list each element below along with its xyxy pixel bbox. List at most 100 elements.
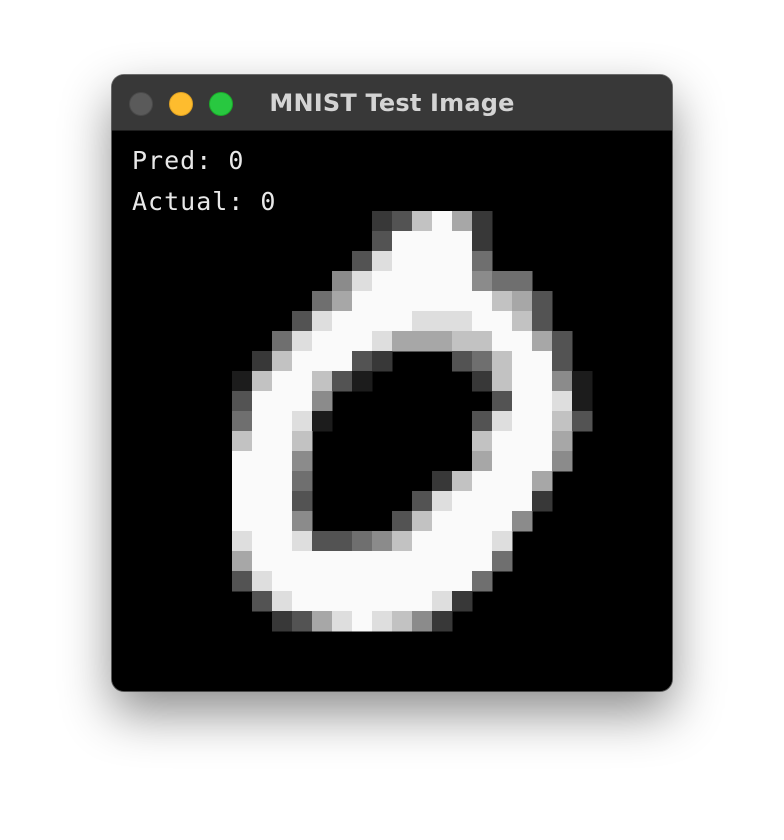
digit-pixel [452, 471, 473, 492]
digit-pixel [452, 491, 473, 512]
digit-pixel [252, 451, 273, 472]
digit-pixel [392, 231, 413, 252]
digit-pixel [472, 211, 493, 232]
digit-pixel [452, 311, 473, 332]
digit-pixel [292, 371, 313, 392]
digit-pixel [532, 491, 553, 512]
digit-pixel [252, 511, 273, 532]
digit-pixel [372, 311, 393, 332]
digit-pixel [392, 551, 413, 572]
digit-pixel [532, 391, 553, 412]
digit-pixel [352, 371, 373, 392]
digit-pixel [512, 431, 533, 452]
digit-pixel [472, 291, 493, 312]
digit-pixel [292, 351, 313, 372]
digit-pixel [412, 251, 433, 272]
digit-pixel [252, 371, 273, 392]
digit-pixel [372, 251, 393, 272]
digit-pixel [412, 591, 433, 612]
digit-pixel [552, 351, 573, 372]
digit-pixel [312, 311, 333, 332]
digit-pixel [412, 331, 433, 352]
digit-pixel [332, 351, 353, 372]
digit-pixel [572, 391, 593, 412]
digit-pixel [232, 571, 253, 592]
digit-pixel [332, 591, 353, 612]
digit-pixel [372, 531, 393, 552]
digit-pixel [292, 391, 313, 412]
digit-pixel [252, 431, 273, 452]
digit-pixel [532, 311, 553, 332]
digit-pixel [512, 511, 533, 532]
digit-pixel [352, 591, 373, 612]
digit-pixel [312, 391, 333, 412]
digit-pixel [432, 271, 453, 292]
digit-pixel [472, 231, 493, 252]
digit-pixel [312, 351, 333, 372]
digit-pixel [512, 291, 533, 312]
digit-pixel [352, 271, 373, 292]
digit-pixel [312, 571, 333, 592]
digit-pixel [532, 451, 553, 472]
digit-pixel [392, 611, 413, 632]
digit-pixel [552, 371, 573, 392]
digit-pixel [492, 471, 513, 492]
digit-pixel [272, 511, 293, 532]
digit-pixel [432, 331, 453, 352]
digit-pixel [252, 491, 273, 512]
digit-pixel [452, 291, 473, 312]
digit-pixel [412, 231, 433, 252]
digit-pixel [272, 591, 293, 612]
digit-pixel [352, 571, 373, 592]
digit-pixel [332, 371, 353, 392]
digit-pixel [412, 211, 433, 232]
digit-pixel [272, 611, 293, 632]
digit-pixel [232, 391, 253, 412]
digit-pixel [532, 471, 553, 492]
digit-pixel [432, 311, 453, 332]
digit-pixel [272, 551, 293, 572]
digit-pixel [412, 571, 433, 592]
digit-pixel [252, 571, 273, 592]
digit-pixel [272, 431, 293, 452]
window-title: MNIST Test Image [269, 89, 515, 117]
digit-pixel [292, 411, 313, 432]
digit-pixel [292, 571, 313, 592]
digit-pixel [492, 391, 513, 412]
digit-pixel [412, 291, 433, 312]
digit-pixel [412, 491, 433, 512]
digit-pixel [432, 291, 453, 312]
digit-pixel [392, 211, 413, 232]
digit-pixel [312, 591, 333, 612]
digit-pixel [372, 591, 393, 612]
digit-pixel [252, 531, 273, 552]
digit-pixel [432, 251, 453, 272]
image-canvas: Pred: 0 Actual: 0 [112, 131, 672, 691]
digit-pixel [412, 271, 433, 292]
digit-pixel [512, 331, 533, 352]
digit-pixel [492, 331, 513, 352]
digit-pixel [412, 511, 433, 532]
digit-pixel [332, 551, 353, 572]
digit-pixel [432, 531, 453, 552]
actual-label: Actual: [132, 187, 245, 216]
digit-pixel [372, 291, 393, 312]
digit-pixel [312, 331, 333, 352]
digit-pixel [392, 311, 413, 332]
digit-pixel [552, 451, 573, 472]
title-bar[interactable]: MNIST Test Image [112, 75, 672, 131]
digit-pixel [492, 411, 513, 432]
digit-pixel [272, 411, 293, 432]
digit-pixel [312, 291, 333, 312]
digit-pixel [452, 211, 473, 232]
digit-pixel [492, 311, 513, 332]
digit-pixel [492, 271, 513, 292]
digit-pixel [292, 551, 313, 572]
digit-pixel [312, 551, 333, 572]
digit-pixel [272, 351, 293, 372]
digit-pixel [532, 331, 553, 352]
digit-pixel [312, 411, 333, 432]
digit-pixel [452, 531, 473, 552]
digit-pixel [352, 351, 373, 372]
digit-pixel [352, 251, 373, 272]
